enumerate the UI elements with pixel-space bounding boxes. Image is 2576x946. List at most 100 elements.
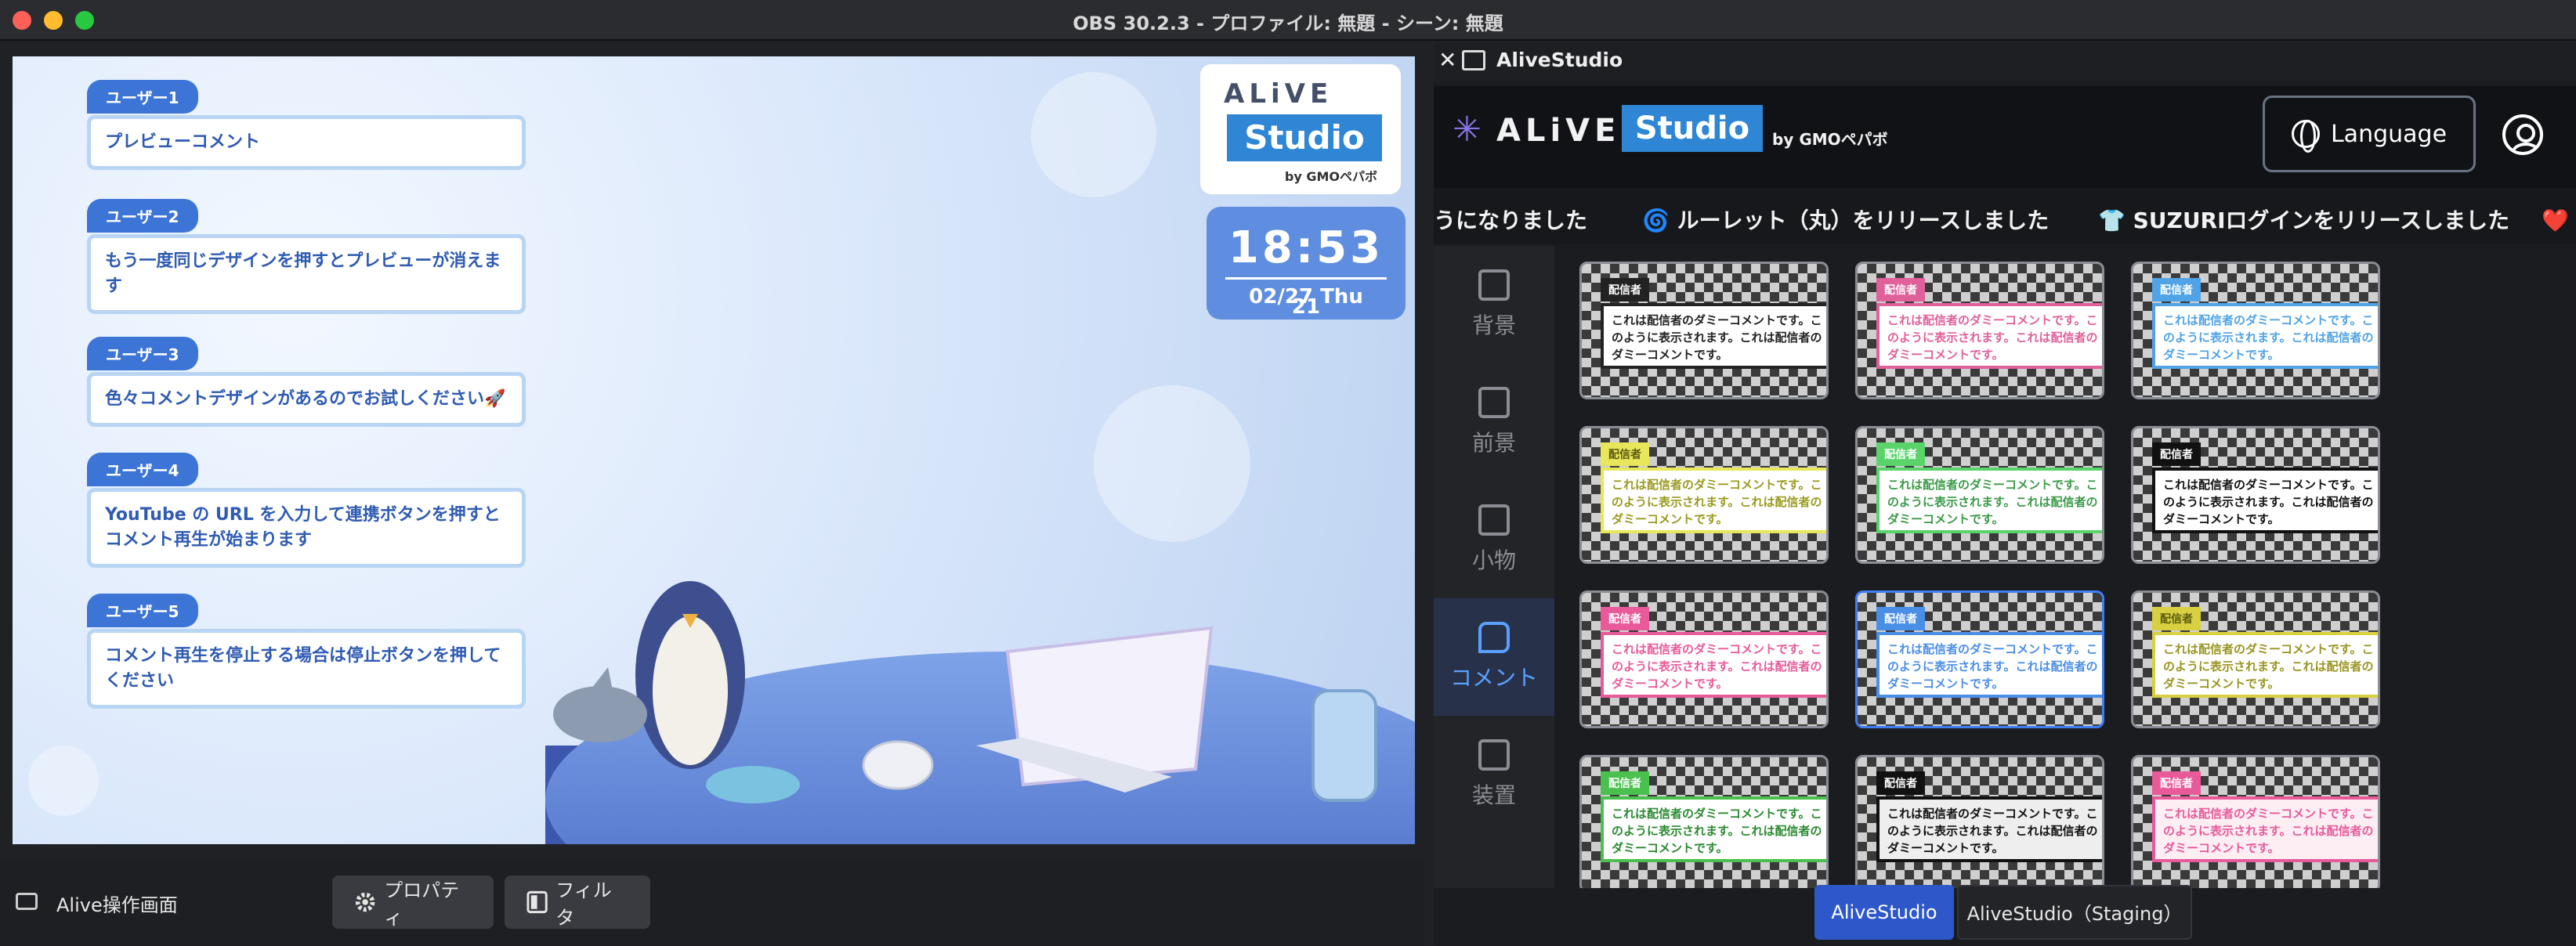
tile-tag: 配信者 [1601, 442, 1649, 466]
comment-design-tile[interactable]: 配信者 これは配信者のダミーコメントです。このように表示されます。これは配信者のダ… [1579, 426, 1829, 564]
preview-comment: ユーザー3 色々コメントデザインがあるのでお試しください🚀 [87, 337, 526, 427]
dock-header: ✕ AliveStudio [1434, 41, 2576, 81]
sidebar-item-devices[interactable]: 装置 [1434, 716, 1554, 833]
tile-tag: 配信者 [2152, 607, 2201, 630]
clock-date: 02/27 Thu [1249, 285, 1363, 309]
dock-float-icon[interactable] [1462, 50, 1485, 70]
tile-tag: 配信者 [1876, 442, 1925, 466]
comment-design-tile[interactable]: 配信者 これは配信者のダミーコメントです。このように表示されます。これは配信者のダ… [2131, 426, 2380, 564]
comment-user-tag: ユーザー3 [87, 337, 198, 370]
comment-design-tile[interactable]: 配信者 これは配信者のダミーコメントです。このように表示されます。これは配信者のダ… [1855, 590, 2104, 728]
comment-design-tile[interactable]: 配信者 これは配信者のダミーコメントです。このように表示されます。これは配信者のダ… [2131, 262, 2380, 399]
brand-star-icon: ✳ [1453, 110, 1482, 150]
tile-tag: 配信者 [1876, 607, 1925, 630]
comment-text: YouTube の URL を入力して連携ボタンを押すとコメント再生が始まります [87, 488, 526, 568]
tile-tag: 配信者 [1876, 278, 1925, 301]
tile-text: これは配信者のダミーコメントです。このように表示されます。これは配信者のダミーコ… [1601, 632, 1826, 698]
preview-comment: ユーザー2 もう一度同じデザインを押すとプレビューが消えます [87, 199, 526, 314]
filter-icon [526, 890, 548, 914]
selected-source-label: Alive操作画面 [56, 894, 178, 916]
comment-text: もう一度同じデザインを押すとプレビューが消えます [87, 234, 526, 314]
comment-design-tile[interactable]: 配信者 これは配信者のダミーコメントです。このように表示されます。これは配信者のダ… [1855, 755, 2104, 888]
logo-by-text: by GMOペパボ [1284, 169, 1377, 184]
tile-text: これは配信者のダミーコメントです。このように表示されます。これは配信者のダミーコ… [1876, 796, 2102, 862]
tile-text: これは配信者のダミーコメントです。このように表示されます。これは配信者のダミーコ… [2152, 632, 2378, 698]
comment-user-tag: ユーザー1 [87, 80, 198, 114]
cup-icon [1478, 504, 1510, 536]
bg-bubble [1094, 385, 1250, 542]
category-sidebar: 背景 前景 小物 コメント 装置 [1434, 246, 1554, 888]
tile-tag: 配信者 [2152, 771, 2201, 795]
comment-design-tile[interactable]: 配信者 これは配信者のダミーコメントです。このように表示されます。これは配信者のダ… [1579, 755, 1829, 888]
preview-comment: ユーザー4 YouTube の URL を入力して連携ボタンを押すとコメント再生… [87, 453, 526, 568]
clock-hhmm: 18:53 [1228, 222, 1384, 273]
tile-text: これは配信者のダミーコメントです。このように表示されます。これは配信者のダミーコ… [1601, 796, 1826, 862]
widgets-icon [1478, 739, 1510, 771]
sidebar-item-foreground[interactable]: 前景 [1434, 363, 1554, 481]
tab-alivestudio[interactable]: AliveStudio [1814, 885, 1954, 940]
tile-tag: 配信者 [1601, 607, 1649, 630]
tile-text: これは配信者のダミーコメントです。このように表示されます。これは配信者のダミーコ… [2152, 796, 2378, 862]
logo-studio-text: Studio [1227, 114, 1382, 161]
sidebar-item-props[interactable]: 小物 [1434, 481, 1554, 598]
brand-by-text: by GMOペパボ [1772, 130, 1888, 149]
properties-label: プロパティ [384, 879, 460, 929]
clock-divider [1225, 277, 1387, 280]
alive-studio-dock: ✕ AliveStudio ✳ ALiVE Studio by GMOペパボ L… [1434, 41, 2576, 946]
tile-text: これは配信者のダミーコメントです。このように表示されます。これは配信者のダミーコ… [2152, 468, 2378, 533]
gear-icon [355, 892, 375, 912]
sidebar-item-label: 装置 [1471, 782, 1516, 808]
comment-text: 色々コメントデザインがあるのでお試しください🚀 [87, 372, 526, 427]
title-bar: OBS 30.2.3 - プロファイル: 無題 - シーン: 無題 [0, 0, 2576, 41]
obs-window: OBS 30.2.3 - プロファイル: 無題 - シーン: 無題 ユーザー1 … [0, 0, 2576, 946]
globe-icon [2291, 120, 2320, 153]
comment-design-tile[interactable]: 配信者 これは配信者のダミーコメントです。このように表示されます。これは配信者のダ… [2131, 590, 2380, 728]
ticker-item: 🌀 ルーレット（丸）をリリースしました [1642, 208, 2050, 233]
comment-design-tile[interactable]: 配信者 これは配信者のダミーコメントです。このように表示されます。これは配信者のダ… [1579, 262, 1829, 399]
jar-decoration [1312, 689, 1377, 802]
logo-alive-text: ALiVE [1224, 78, 1333, 110]
filters-button[interactable]: フィルタ [505, 876, 650, 929]
comment-design-tile[interactable]: 配信者 これは配信者のダミーコメントです。このように表示されます。これは配信者のダ… [1855, 426, 2104, 564]
scene-preview[interactable]: ユーザー1 プレビューコメント ユーザー2 もう一度同じデザインを押すとプレビュ… [13, 56, 1415, 844]
sidebar-item-label: 前景 [1471, 430, 1516, 456]
display-source-icon [16, 893, 38, 910]
bg-bubble [1031, 72, 1156, 197]
tile-text: これは配信者のダミーコメントです。このように表示されます。これは配信者のダミーコ… [1601, 303, 1826, 369]
image-icon [1478, 269, 1510, 301]
clock-widget: 18:53 21 02/27 Thu [1207, 207, 1406, 320]
tile-tag: 配信者 [1601, 278, 1649, 301]
image-plus-icon [1478, 387, 1510, 418]
sidebar-item-comment[interactable]: コメント [1434, 598, 1554, 716]
tile-tag: 配信者 [1876, 771, 1925, 795]
comment-design-tile[interactable]: 配信者 これは配信者のダミーコメントです。このように表示されます。これは配信者のダ… [2131, 755, 2380, 888]
comment-design-tile[interactable]: 配信者 これは配信者のダミーコメントです。このように表示されます。これは配信者のダ… [1855, 262, 2104, 399]
preview-comment: ユーザー5 コメント再生を停止する場合は停止ボタンを押してください [87, 594, 526, 709]
ticker-item: うになりました [1434, 208, 1588, 233]
news-ticker: うになりました 🌀 ルーレット（丸）をリリースしました 👕 SUZURIログイン… [1434, 188, 2576, 244]
ticker-item: 👕 SUZURIログインをリリースしました [2098, 208, 2510, 233]
dock-close-icon[interactable]: ✕ [1438, 47, 1456, 73]
comment-design-tile[interactable]: 配信者 これは配信者のダミーコメントです。このように表示されます。これは配信者のダ… [1579, 590, 1829, 728]
language-label: Language [2330, 120, 2448, 148]
tile-text: これは配信者のダミーコメントです。このように表示されます。これは配信者のダミーコ… [1601, 468, 1826, 533]
tile-tag: 配信者 [2152, 442, 2201, 466]
tile-tag: 配信者 [2152, 278, 2201, 301]
window-title: OBS 30.2.3 - プロファイル: 無題 - シーン: 無題 [1073, 13, 1503, 34]
sidebar-item-label: コメント [1449, 665, 1538, 691]
properties-button[interactable]: プロパティ [332, 876, 494, 929]
account-icon[interactable] [2502, 114, 2543, 155]
tab-alivestudio-staging[interactable]: AliveStudio（Staging） [1957, 885, 2192, 940]
ticker-item: ❤️ ス [2542, 208, 2576, 233]
sidebar-item-background[interactable]: 背景 [1434, 246, 1554, 363]
clock-time: 18:53 21 [1207, 222, 1406, 324]
comment-design-grid: 配信者 これは配信者のダミーコメントです。このように表示されます。これは配信者のダ… [1579, 262, 2574, 888]
tile-text: これは配信者のダミーコメントです。このように表示されます。これは配信者のダミーコ… [1876, 632, 2102, 698]
bg-bubble [28, 746, 99, 816]
tile-tag: 配信者 [1601, 771, 1649, 795]
tile-text: これは配信者のダミーコメントです。このように表示されます。これは配信者のダミーコ… [2152, 303, 2378, 369]
comment-user-tag: ユーザー2 [87, 199, 198, 233]
preview-comment: ユーザー1 プレビューコメント [87, 80, 526, 170]
sidebar-item-label: 背景 [1471, 312, 1516, 338]
language-button[interactable]: Language [2263, 96, 2476, 172]
